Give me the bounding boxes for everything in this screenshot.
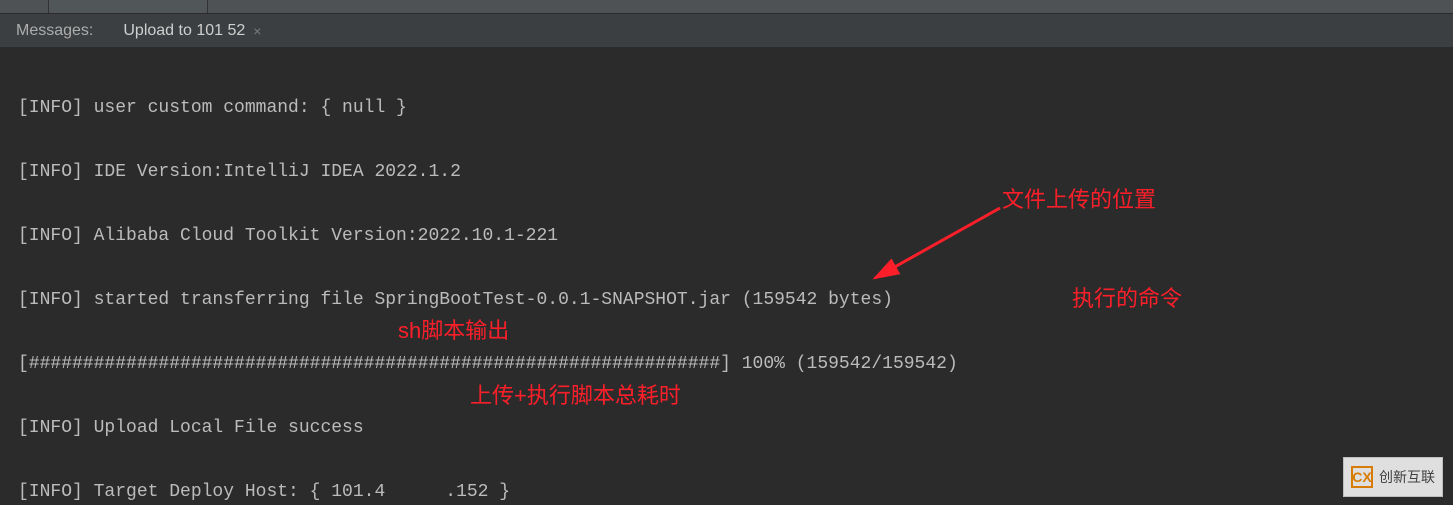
redacted-ip — [385, 480, 445, 498]
log-line: [INFO] IDE Version:IntelliJ IDEA 2022.1.… — [18, 156, 1435, 188]
annotation-total-time: 上传+执行脚本总耗时 — [470, 380, 681, 412]
messages-label: Messages: — [16, 22, 93, 40]
watermark: CX 创新互联 — [1343, 457, 1443, 497]
log-line: [INFO] Alibaba Cloud Toolkit Version:202… — [18, 220, 1435, 252]
tab-upload-label: Upload to 101 52 — [123, 22, 245, 40]
watermark-text: 创新互联 — [1379, 461, 1435, 493]
watermark-logo-icon: CX — [1351, 466, 1373, 488]
console-output: [INFO] user custom command: { null } [IN… — [0, 48, 1453, 505]
annotation-upload-location: 文件上传的位置 — [1002, 184, 1156, 216]
tab-upload[interactable]: Upload to 101 52 × — [117, 14, 267, 47]
log-line: [INFO] Target Deploy Host: { 101.4.152 } — [18, 476, 1435, 505]
ide-messages-panel: Messages: Upload to 101 52 × [INFO] user… — [0, 0, 1453, 505]
annotation-sh-output: sh脚本输出 — [398, 315, 509, 347]
messages-header: Messages: Upload to 101 52 × — [0, 14, 1453, 48]
editor-tabs-strip — [0, 0, 1453, 14]
log-line: [INFO] user custom command: { null } — [18, 92, 1435, 124]
editor-file-tab[interactable] — [48, 0, 208, 13]
log-line: [#######################################… — [18, 348, 1435, 380]
close-icon[interactable]: × — [253, 23, 261, 39]
log-line: [INFO] Upload Local File success — [18, 412, 1435, 444]
log-line: [INFO] started transferring file SpringB… — [18, 284, 1435, 316]
